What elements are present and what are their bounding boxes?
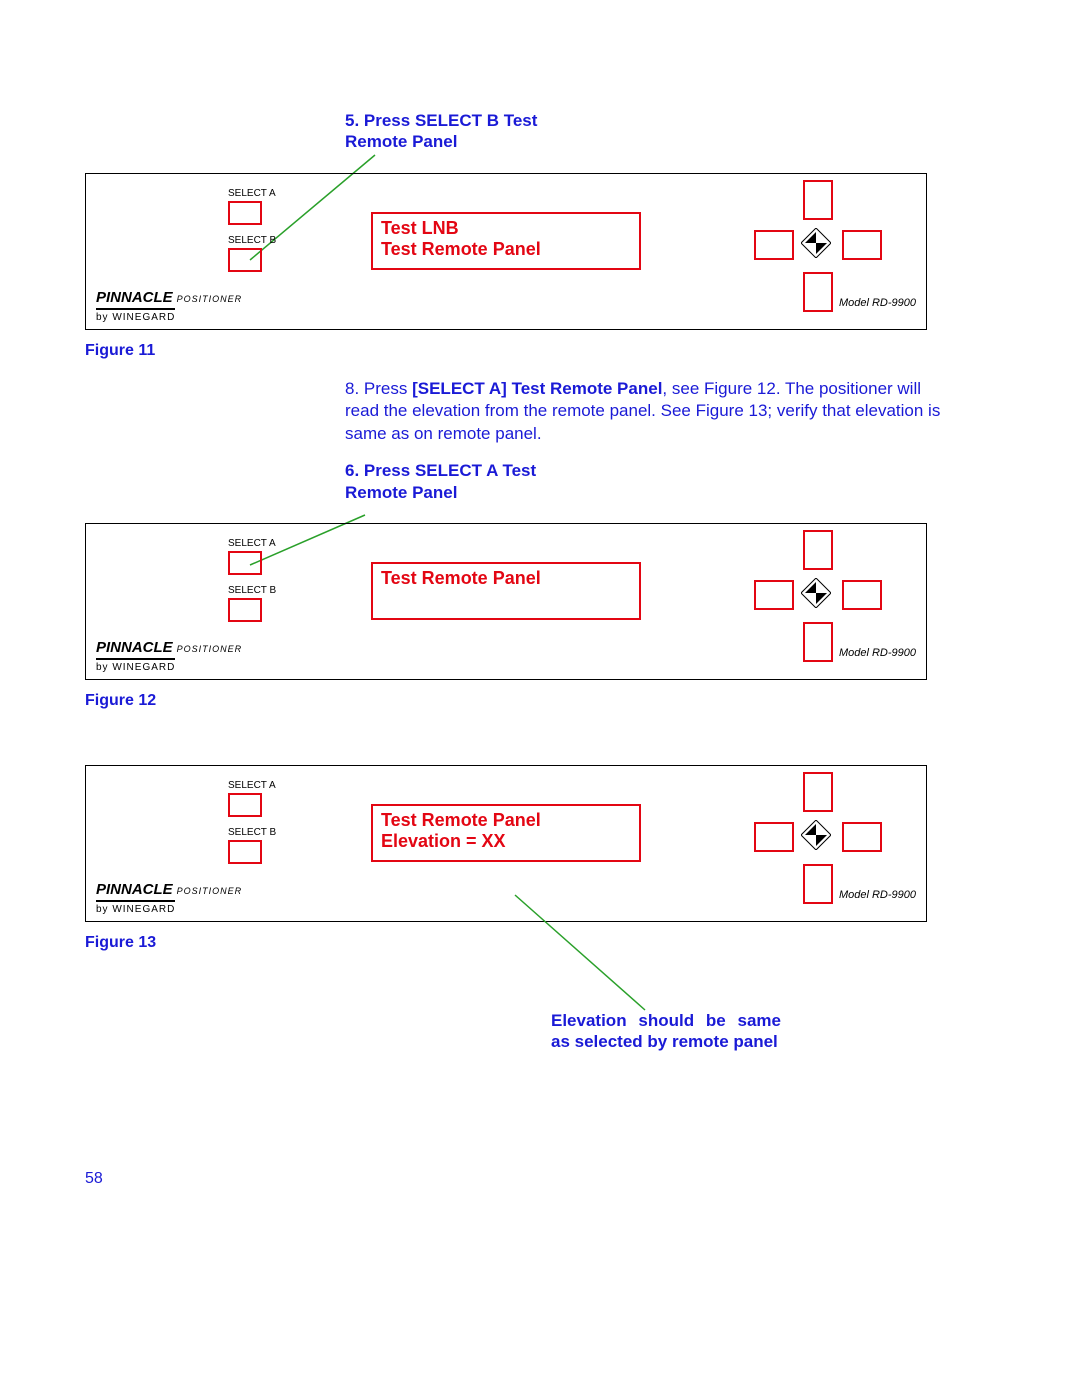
dpad-up-button[interactable]: [803, 772, 833, 812]
dpad-up-button[interactable]: [803, 530, 833, 570]
step8-bold: [SELECT A] Test Remote Panel: [412, 379, 662, 398]
figure-11-caption: Figure 11: [85, 342, 995, 360]
dpad: [726, 530, 906, 660]
model-label: Model RD-9900: [839, 647, 916, 659]
dpad-down-button[interactable]: [803, 622, 833, 662]
brand-block: PINNACLE POSITIONER by WINEGARD: [96, 881, 242, 915]
dpad: [726, 180, 906, 310]
brand-positioner: POSITIONER: [177, 294, 243, 304]
device-panel-figure11: SELECT A SELECT B Test LNB Test Remote P…: [85, 173, 927, 330]
lcd-line2: Elevation = XX: [381, 831, 631, 853]
select-a-label: SELECT A: [228, 780, 276, 791]
lcd-line1: Test Remote Panel: [381, 810, 631, 832]
select-buttons-group: SELECT A SELECT B: [228, 780, 276, 874]
select-b-label: SELECT B: [228, 235, 276, 246]
brand-pinnacle: PINNACLE: [96, 881, 173, 898]
lcd-display: Test Remote Panel: [371, 562, 641, 620]
select-b-label: SELECT B: [228, 827, 276, 838]
page-number: 58: [85, 1170, 103, 1188]
device-panel-figure13: SELECT A SELECT B Test Remote Panel Elev…: [85, 765, 927, 922]
dpad-up-button[interactable]: [803, 180, 833, 220]
lcd-display: Test Remote Panel Elevation = XX: [371, 804, 641, 862]
dpad-center-icon: [801, 578, 831, 608]
select-b-label: SELECT B: [228, 585, 276, 596]
device-panel-figure12: SELECT A SELECT B Test Remote Panel PINN…: [85, 523, 927, 680]
brand-positioner: POSITIONER: [177, 886, 243, 896]
dpad-center-icon: [801, 820, 831, 850]
model-label: Model RD-9900: [839, 297, 916, 309]
select-a-label: SELECT A: [228, 188, 276, 199]
dpad-right-button[interactable]: [842, 230, 882, 260]
lcd-line2: Test Remote Panel: [381, 239, 631, 261]
dpad-left-button[interactable]: [754, 822, 794, 852]
select-buttons-group: SELECT A SELECT B: [228, 188, 276, 282]
dpad-center-icon: [801, 228, 831, 258]
brand-pinnacle: PINNACLE: [96, 289, 173, 306]
brand-positioner: POSITIONER: [177, 644, 243, 654]
brand-pinnacle: PINNACLE: [96, 639, 173, 656]
brand-block: PINNACLE POSITIONER by WINEGARD: [96, 639, 242, 673]
brand-by: by WINEGARD: [96, 658, 175, 673]
callout-step5: 5. Press SELECT B Test Remote Panel: [345, 110, 565, 153]
dpad-left-button[interactable]: [754, 230, 794, 260]
brand-block: PINNACLE POSITIONER by WINEGARD: [96, 289, 242, 323]
select-a-label: SELECT A: [228, 538, 276, 549]
lcd-line1: Test LNB: [381, 218, 631, 240]
select-buttons-group: SELECT A SELECT B: [228, 538, 276, 632]
select-a-button[interactable]: [228, 551, 262, 575]
select-b-button[interactable]: [228, 840, 262, 864]
dpad-left-button[interactable]: [754, 580, 794, 610]
dpad-right-button[interactable]: [842, 580, 882, 610]
lcd-display: Test LNB Test Remote Panel: [371, 212, 641, 270]
step8-pre: 8. Press: [345, 379, 412, 398]
select-b-button[interactable]: [228, 598, 262, 622]
select-b-button[interactable]: [228, 248, 262, 272]
brand-by: by WINEGARD: [96, 900, 175, 915]
select-a-button[interactable]: [228, 793, 262, 817]
dpad-down-button[interactable]: [803, 272, 833, 312]
lcd-line1: Test Remote Panel: [381, 568, 631, 590]
dpad-down-button[interactable]: [803, 864, 833, 904]
brand-by: by WINEGARD: [96, 308, 175, 323]
figure-12-caption: Figure 12: [85, 692, 995, 710]
step-8-text: 8. Press [SELECT A] Test Remote Panel, s…: [345, 378, 945, 447]
dpad: [726, 772, 906, 902]
figure-13-caption: Figure 13: [85, 934, 995, 952]
model-label: Model RD-9900: [839, 889, 916, 901]
select-a-button[interactable]: [228, 201, 262, 225]
dpad-right-button[interactable]: [842, 822, 882, 852]
callout-step6: 6. Press SELECT A Test Remote Panel: [345, 460, 565, 503]
callout-elevation: Elevation should be same as selected by …: [551, 1010, 781, 1053]
